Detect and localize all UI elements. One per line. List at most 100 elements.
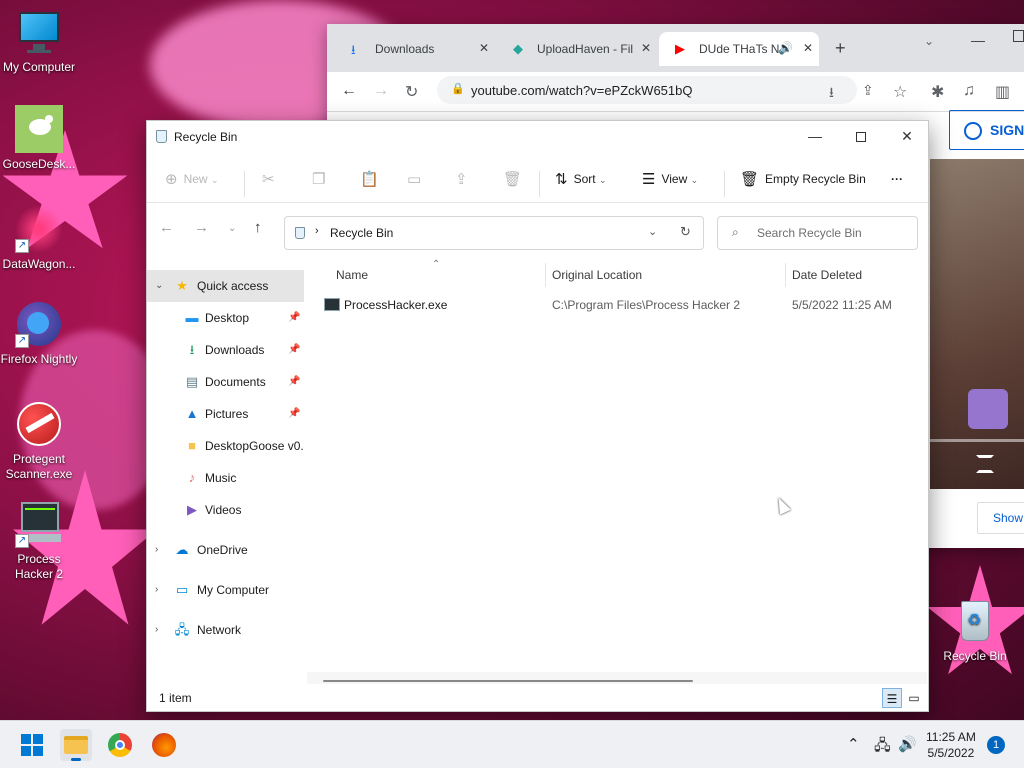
column-header-original-location[interactable]: Original Location: [552, 259, 782, 291]
browser-minimize-button[interactable]: —: [971, 32, 985, 48]
refresh-icon[interactable]: ↻: [680, 224, 691, 240]
desktop-icon-goosedesk[interactable]: GooseDesk...: [0, 105, 79, 172]
share-button[interactable]: ⇪: [455, 167, 474, 191]
nav-label: Documents: [205, 375, 266, 389]
nav-downloads[interactable]: ⭳ Downloads 📌: [147, 334, 304, 366]
video-player[interactable]: [930, 159, 1024, 489]
new-button[interactable]: ⊕ New ⌄: [165, 167, 218, 191]
plus-circle-icon: ⊕: [165, 170, 178, 188]
large-icons-view-toggle[interactable]: ▭: [904, 688, 924, 708]
back-arrow-icon[interactable]: ←: [341, 82, 357, 100]
browser-tab-uploadhaven[interactable]: ◆ UploadHaven - Fil ✕: [497, 32, 657, 66]
speaker-icon[interactable]: 🔊: [778, 41, 793, 55]
media-control-icon[interactable]: ♫: [963, 82, 975, 100]
taskbar-chrome[interactable]: [104, 729, 136, 761]
pin-icon[interactable]: 📌: [288, 302, 300, 334]
cut-button[interactable]: ✂: [262, 167, 281, 191]
desktop-icon-recycle-bin[interactable]: ♻ Recycle Bin: [935, 597, 1015, 664]
side-panel-icon[interactable]: ▥: [995, 82, 1010, 102]
nav-desktopgoose[interactable]: ■ DesktopGoose v0.3: [147, 430, 304, 462]
close-icon[interactable]: ✕: [479, 41, 489, 55]
desktop-icon-datawagon[interactable]: ↗ DataWagon...: [0, 205, 79, 272]
more-options-button[interactable]: ···: [891, 167, 903, 191]
notification-badge[interactable]: 1: [987, 736, 1005, 754]
address-dropdown-icon[interactable]: ⌄: [648, 225, 657, 238]
recent-locations-chevron-icon[interactable]: ⌄: [228, 223, 236, 234]
taskbar-file-explorer[interactable]: [60, 729, 92, 761]
active-indicator: [71, 758, 81, 761]
tab-search-icon[interactable]: ⌄: [924, 34, 934, 48]
horizontal-scrollbar[interactable]: [307, 672, 927, 684]
desktop-icon-process-hacker[interactable]: ↗ Process Hacker 2: [0, 500, 79, 582]
details-view-toggle[interactable]: ☰: [882, 688, 902, 708]
search-input[interactable]: ⌕ Search Recycle Bin: [717, 216, 918, 250]
nav-my-computer[interactable]: › ▭ My Computer: [147, 574, 304, 606]
delete-button[interactable]: 🗑: [503, 167, 528, 191]
show-hidden-icons-chevron[interactable]: ⌃: [847, 735, 860, 753]
empty-recycle-bin-button[interactable]: 🗑 Empty Recycle Bin: [740, 167, 866, 191]
network-icon[interactable]: 🖧: [874, 735, 891, 760]
cloud-icon: ☁: [175, 542, 189, 557]
desktop-icon-my-computer[interactable]: My Computer: [0, 8, 79, 75]
browser-tab-youtube[interactable]: ▶ DUde THaTs N 🔊 ✕: [659, 32, 819, 66]
start-button[interactable]: [16, 729, 48, 761]
close-icon[interactable]: ✕: [803, 41, 813, 55]
nav-documents[interactable]: ▤ Documents 📌: [147, 366, 304, 398]
column-divider[interactable]: [545, 263, 546, 287]
view-button[interactable]: ☰ View ⌄: [642, 167, 698, 191]
scrollbar-thumb[interactable]: [323, 680, 693, 682]
show-button[interactable]: Show: [977, 502, 1024, 534]
pin-icon[interactable]: 📌: [288, 334, 300, 366]
column-header-name[interactable]: Name: [336, 259, 546, 291]
address-bar[interactable]: › Recycle Bin ⌄ ↻: [284, 216, 704, 250]
taskbar-firefox[interactable]: [148, 729, 180, 761]
explorer-window[interactable]: Recycle Bin — ✕ ⊕ New ⌄ ✂ ❐ 📋 ▭ ⇪ 🗑 ⇅ Sort…: [146, 120, 929, 712]
pin-icon[interactable]: 📌: [288, 366, 300, 398]
minimize-button[interactable]: —: [792, 121, 838, 153]
nav-quick-access[interactable]: ⌄ ★ Quick access: [147, 270, 304, 302]
view-lines-icon: ☰: [642, 170, 656, 188]
title-bar[interactable]: Recycle Bin — ✕: [147, 121, 928, 153]
back-arrow-icon[interactable]: ←: [159, 219, 174, 236]
install-icon[interactable]: ⭳: [829, 82, 834, 106]
paste-button[interactable]: 📋: [360, 167, 385, 191]
nav-onedrive[interactable]: › ☁ OneDrive: [147, 534, 304, 566]
copy-button[interactable]: ❐: [312, 167, 331, 191]
nav-network[interactable]: › 🖧 Network: [147, 614, 304, 646]
nav-music[interactable]: ♪ Music: [147, 462, 304, 494]
status-bar: 1 item ☰ ▭: [147, 685, 928, 711]
desktop-icon-protegent[interactable]: Protegent Scanner.exe: [0, 400, 79, 482]
taskbar: ⌃ 🖧 🔊 11:25 AM 5/5/2022 1: [0, 720, 1024, 768]
forward-arrow-icon[interactable]: →: [373, 82, 389, 100]
column-divider[interactable]: [785, 263, 786, 287]
nav-pictures[interactable]: ▲ Pictures 📌: [147, 398, 304, 430]
browser-tab-downloads[interactable]: ⭳ Downloads ✕: [335, 32, 495, 66]
column-header-date-deleted[interactable]: Date Deleted: [792, 259, 922, 291]
desktop-icon-firefox-nightly[interactable]: ↗ Firefox Nightly: [0, 300, 79, 367]
maximize-button[interactable]: [838, 121, 884, 153]
nav-desktop[interactable]: ▬ Desktop 📌: [147, 302, 304, 334]
up-arrow-icon[interactable]: ↑: [254, 219, 262, 236]
breadcrumb[interactable]: Recycle Bin: [330, 226, 393, 240]
sign-in-button[interactable]: SIGN: [949, 110, 1024, 150]
video-progress-bar[interactable]: [930, 439, 1024, 442]
browser-address-bar[interactable]: 🔒 youtube.com/watch?v=ePZckW651bQ: [437, 76, 857, 104]
star-icon[interactable]: ☆: [893, 82, 907, 102]
forward-arrow-icon[interactable]: →: [194, 219, 209, 236]
nav-label: My Computer: [197, 583, 270, 597]
pin-icon[interactable]: 📌: [288, 398, 300, 430]
close-button[interactable]: ✕: [884, 121, 930, 153]
sort-button[interactable]: ⇅ Sort ⌄: [555, 167, 606, 191]
rename-button[interactable]: ▭: [407, 167, 427, 191]
close-icon[interactable]: ✕: [641, 41, 651, 55]
nav-videos[interactable]: ▶ Videos: [147, 494, 304, 526]
fullscreen-icon[interactable]: [976, 455, 994, 473]
share-icon[interactable]: ⇪: [862, 82, 874, 99]
browser-maximize-button[interactable]: [1013, 30, 1024, 42]
new-tab-button[interactable]: +: [835, 38, 846, 59]
volume-icon[interactable]: 🔊: [898, 735, 917, 753]
table-row[interactable]: ProcessHacker.exe C:\Program Files\Proce…: [307, 291, 928, 319]
reload-icon[interactable]: ↻: [405, 82, 418, 102]
extensions-icon[interactable]: ✱: [931, 82, 944, 102]
system-clock[interactable]: 11:25 AM 5/5/2022: [926, 729, 976, 761]
